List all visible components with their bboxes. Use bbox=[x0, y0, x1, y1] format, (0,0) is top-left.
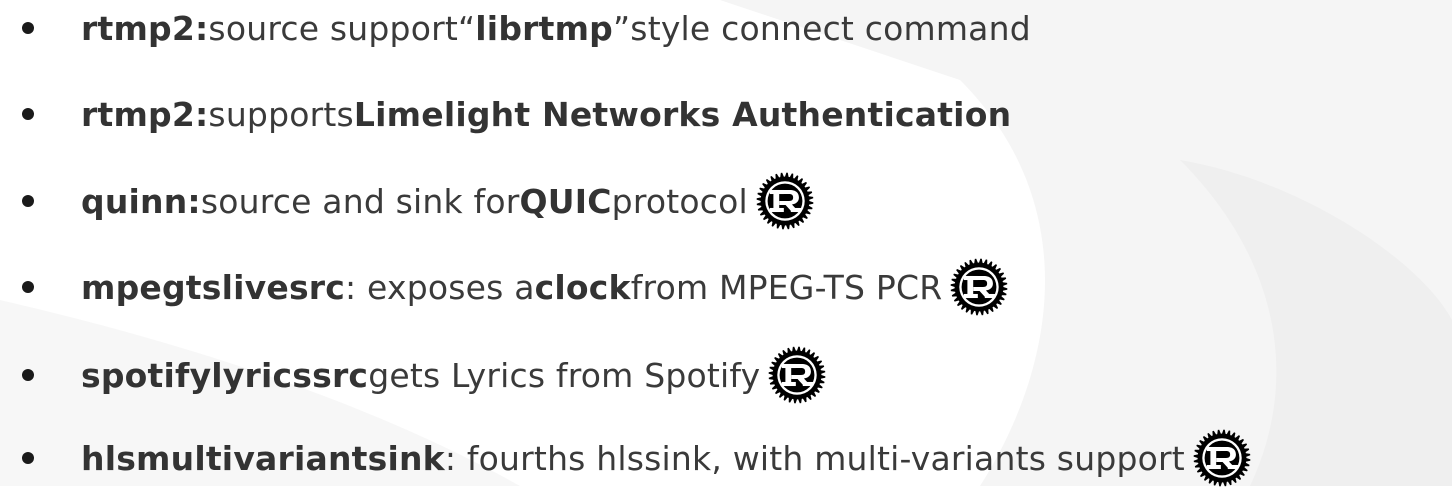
rust-logo-icon bbox=[950, 258, 1008, 316]
rust-logo-icon bbox=[1193, 429, 1251, 487]
list-item-text: hlsmultivariantsink : fourths hlssink, w… bbox=[81, 429, 1251, 487]
item-label: quinn: bbox=[81, 181, 201, 221]
bullet-dot bbox=[22, 369, 34, 381]
item-label: hlsmultivariantsink bbox=[81, 438, 445, 478]
item-label: spotifylyricssrc bbox=[81, 355, 369, 395]
list-item-text: rtmp2: source support “ librtmp ” style … bbox=[81, 8, 1031, 48]
slide: rtmp2: source support “ librtmp ” style … bbox=[0, 0, 1452, 487]
list-item-text: rtmp2: supports Limelight Networks Authe… bbox=[81, 94, 1012, 134]
bullet-dot bbox=[22, 452, 34, 464]
bullet-dot bbox=[22, 195, 34, 207]
list-item-text: mpegtslivesrc : exposes a clock from MPE… bbox=[81, 258, 1008, 316]
item-label: rtmp2: bbox=[81, 94, 209, 134]
item-label: rtmp2: bbox=[81, 8, 209, 48]
item-label: mpegtslivesrc bbox=[81, 267, 346, 307]
rust-logo-icon bbox=[756, 172, 814, 230]
bullet-dot bbox=[22, 281, 34, 293]
bullet-dot bbox=[22, 108, 34, 120]
bullet-dot bbox=[22, 22, 34, 34]
list-item-text: spotifylyricssrc gets Lyrics from Spotif… bbox=[81, 346, 826, 404]
list-item-text: quinn: source and sink for QUIC protocol bbox=[81, 172, 814, 230]
rust-logo-icon bbox=[768, 346, 826, 404]
